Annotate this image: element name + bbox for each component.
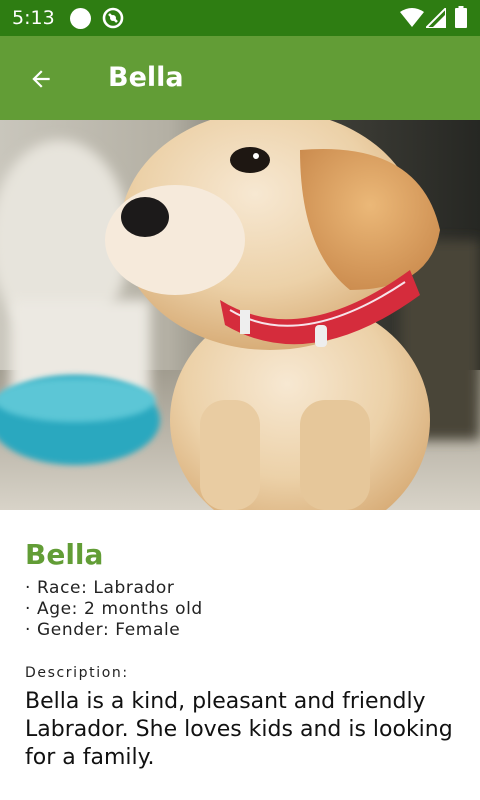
puppy-image xyxy=(0,120,480,510)
signal-icon xyxy=(426,8,446,28)
sync-icon xyxy=(102,7,124,29)
pet-name: Bella xyxy=(25,538,104,571)
page-title: Bella xyxy=(108,62,184,93)
attribute-gender: · Gender: Female xyxy=(25,620,181,640)
attribute-race: · Race: Labrador xyxy=(25,578,175,598)
notification-dot-icon xyxy=(70,8,91,29)
description-text: Bella is a kind, pleasant and friendly L… xyxy=(25,689,453,770)
wifi-icon xyxy=(400,8,424,27)
back-button[interactable] xyxy=(20,58,62,100)
app-bar: Bella xyxy=(0,36,480,120)
status-time: 5:13 xyxy=(12,7,55,29)
attribute-age: · Age: 2 months old xyxy=(25,599,203,619)
description-label: Description: xyxy=(25,665,129,681)
attribute-list: · Race: Labrador · Age: 2 months old · G… xyxy=(25,578,465,641)
status-bar: 5:13 xyxy=(0,0,480,36)
arrow-back-icon xyxy=(32,70,50,88)
pet-photo xyxy=(0,120,480,510)
pet-details: Bella · Race: Labrador · Age: 2 months o… xyxy=(25,536,465,772)
battery-icon xyxy=(455,6,467,28)
